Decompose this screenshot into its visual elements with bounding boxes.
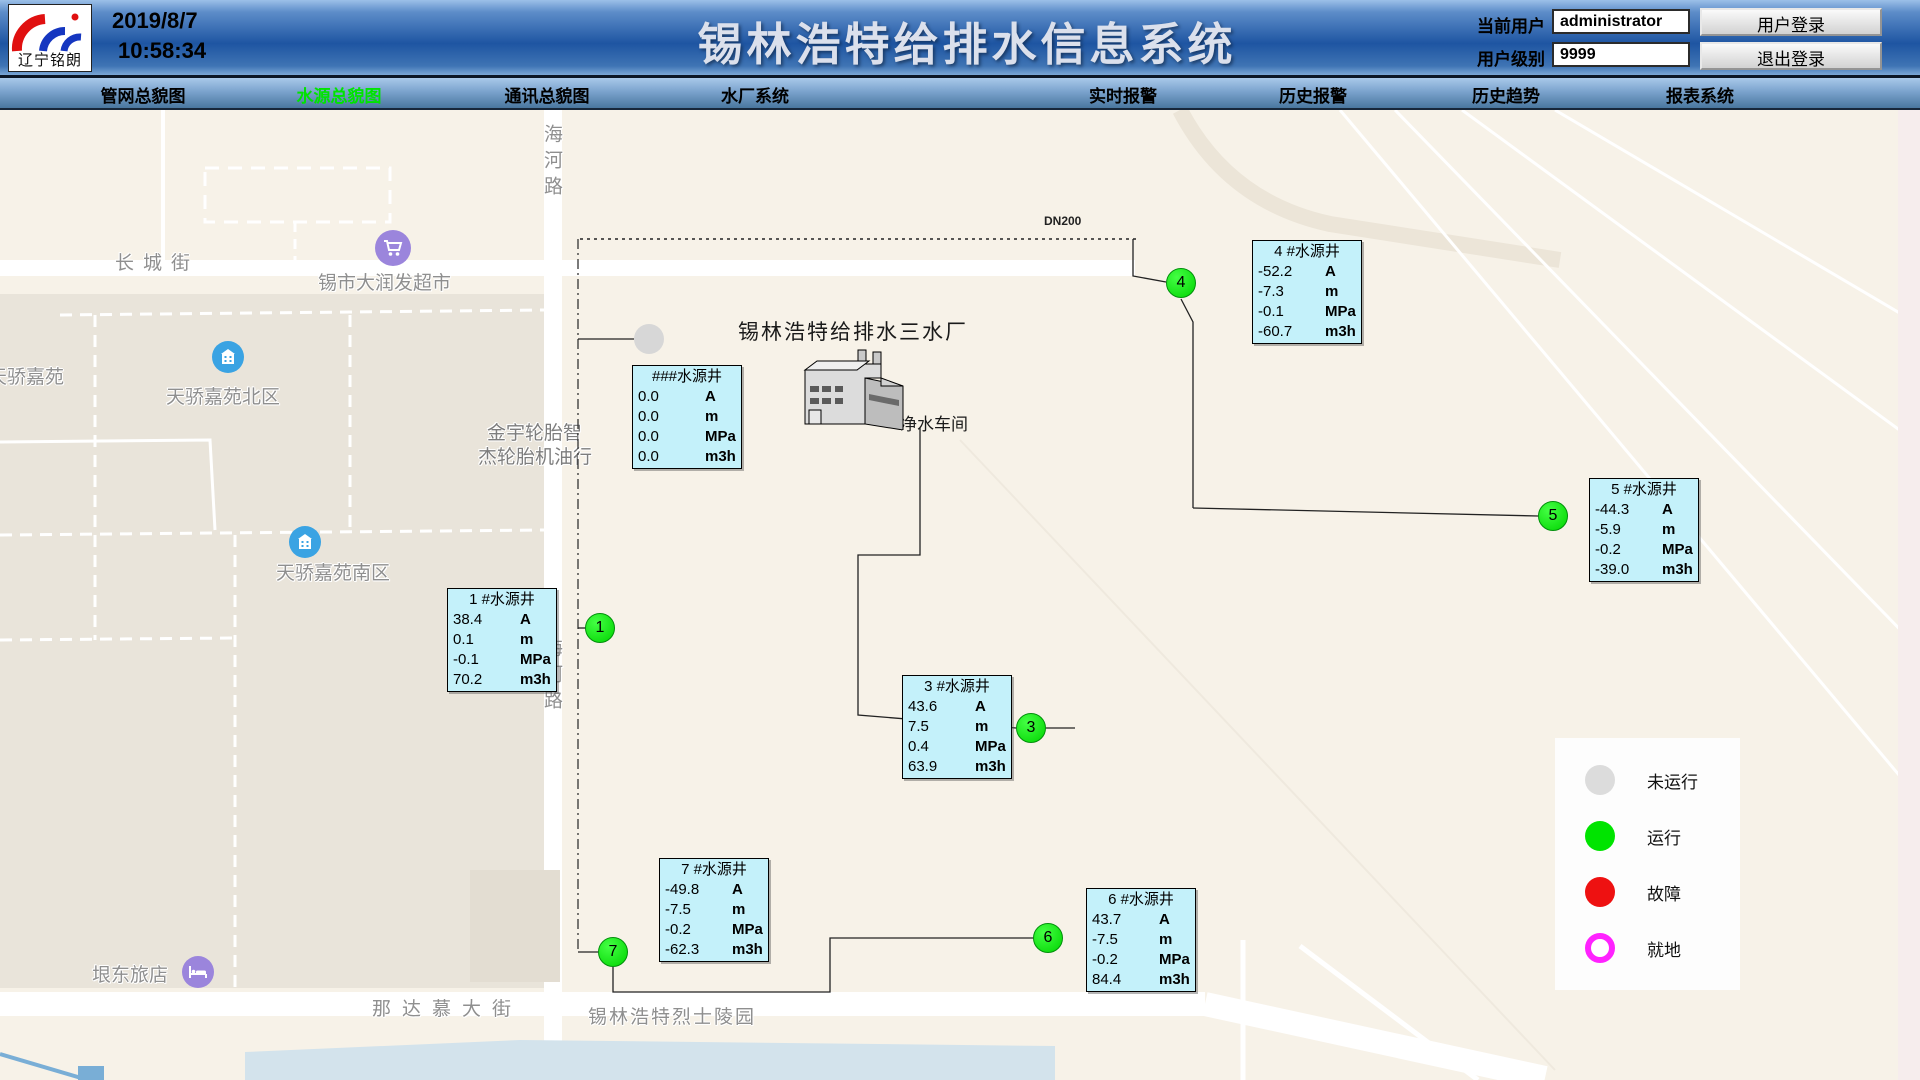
page-title: 锡林浩特给排水信息系统 [697,8,1236,73]
well-box-title: 7 #水源井 [660,859,768,880]
well-box-title: ###水源井 [633,366,741,387]
tab-water-plant-system[interactable]: 水厂系统 [721,82,789,107]
well-box-5: 5 #水源井 -44.3A -5.9m -0.2MPa -39.0m3h [1589,478,1699,582]
datetime: 2019/8/7 10:58:34 [112,6,206,66]
well-box-unassigned: ###水源井 0.0A 0.0m 0.0MPa 0.0m3h [632,365,742,469]
current-user-label: 当前用户 [1455,12,1545,37]
tab-communication-overview[interactable]: 通讯总貌图 [505,82,590,107]
running-status-icon [1585,821,1615,851]
header-bar: 辽宁铭朗 2019/8/7 10:58:34 锡林浩特给排水信息系统 当前用户 … [0,0,1920,78]
plant-name-label: 锡林浩特给排水三水厂 [738,316,968,346]
legend-panel: 未运行 运行 故障 就地 [1555,738,1740,990]
stopped-status-icon [1585,765,1615,795]
well-marker-3[interactable]: 3 [1016,713,1046,743]
tab-pipe-network-overview[interactable]: 管网总貌图 [101,82,186,107]
company-logo: 辽宁铭朗 [8,4,92,72]
pipe-diameter-label: DN200 [1044,214,1081,228]
tab-history-trends[interactable]: 历史趋势 [1472,82,1540,107]
user-level-field[interactable] [1552,42,1690,67]
legend-item-running: 运行 [1585,821,1740,851]
factory-icon [795,348,925,430]
legend-item-stopped: 未运行 [1585,765,1740,795]
tab-history-alarms[interactable]: 历史报警 [1279,82,1347,107]
well-marker-unassigned[interactable] [634,324,664,354]
well-marker-7[interactable]: 7 [598,937,628,967]
current-date: 2019/8/7 [112,6,206,36]
legend-item-local: 就地 [1585,933,1740,963]
well-box-4: 4 #水源井 -52.2A -7.3m -0.1MPa -60.7m3h [1252,240,1362,344]
login-button[interactable]: 用户登录 [1700,8,1882,36]
well-box-title: 5 #水源井 [1590,479,1698,500]
well-marker-4[interactable]: 4 [1166,268,1196,298]
well-box-7: 7 #水源井 -49.8A -7.5m -0.2MPa -62.3m3h [659,858,769,962]
logout-button[interactable]: 退出登录 [1700,42,1882,70]
logo-text: 辽宁铭朗 [9,49,91,70]
current-user-field[interactable] [1552,9,1690,34]
current-time: 10:58:34 [112,36,206,66]
well-marker-1[interactable]: 1 [585,613,615,643]
tab-report-system[interactable]: 报表系统 [1666,82,1734,107]
tab-water-source-overview[interactable]: 水源总貌图 [297,82,382,107]
well-box-title: 3 #水源井 [903,676,1011,697]
fault-status-icon [1585,877,1615,907]
map-canvas[interactable]: 长城街 海河路 海河路 那达慕大街 锡市大润发超市 天骄嘉苑 天骄嘉苑北区 金宇… [0,110,1920,1080]
well-box-6: 6 #水源井 43.7A -7.5m -0.2MPa 84.4m3h [1086,888,1196,992]
well-box-title: 1 #水源井 [448,589,556,610]
user-level-label: 用户级别 [1455,45,1545,70]
well-box-title: 6 #水源井 [1087,889,1195,910]
logo-swoosh-icon [9,5,91,53]
local-status-icon [1585,933,1615,963]
well-box-title: 4 #水源井 [1253,241,1361,262]
well-box-3: 3 #水源井 43.6A 7.5m 0.4MPa 63.9m3h [902,675,1012,779]
well-marker-6[interactable]: 6 [1033,923,1063,953]
well-box-1: 1 #水源井 38.4A 0.1m -0.1MPa 70.2m3h [447,588,557,692]
nav-bar: 管网总貌图 水源总貌图 通讯总貌图 水厂系统 实时报警 历史报警 历史趋势 报表… [0,78,1920,110]
well-marker-5[interactable]: 5 [1538,501,1568,531]
tab-realtime-alarms[interactable]: 实时报警 [1089,82,1157,107]
legend-item-fault: 故障 [1585,877,1740,907]
